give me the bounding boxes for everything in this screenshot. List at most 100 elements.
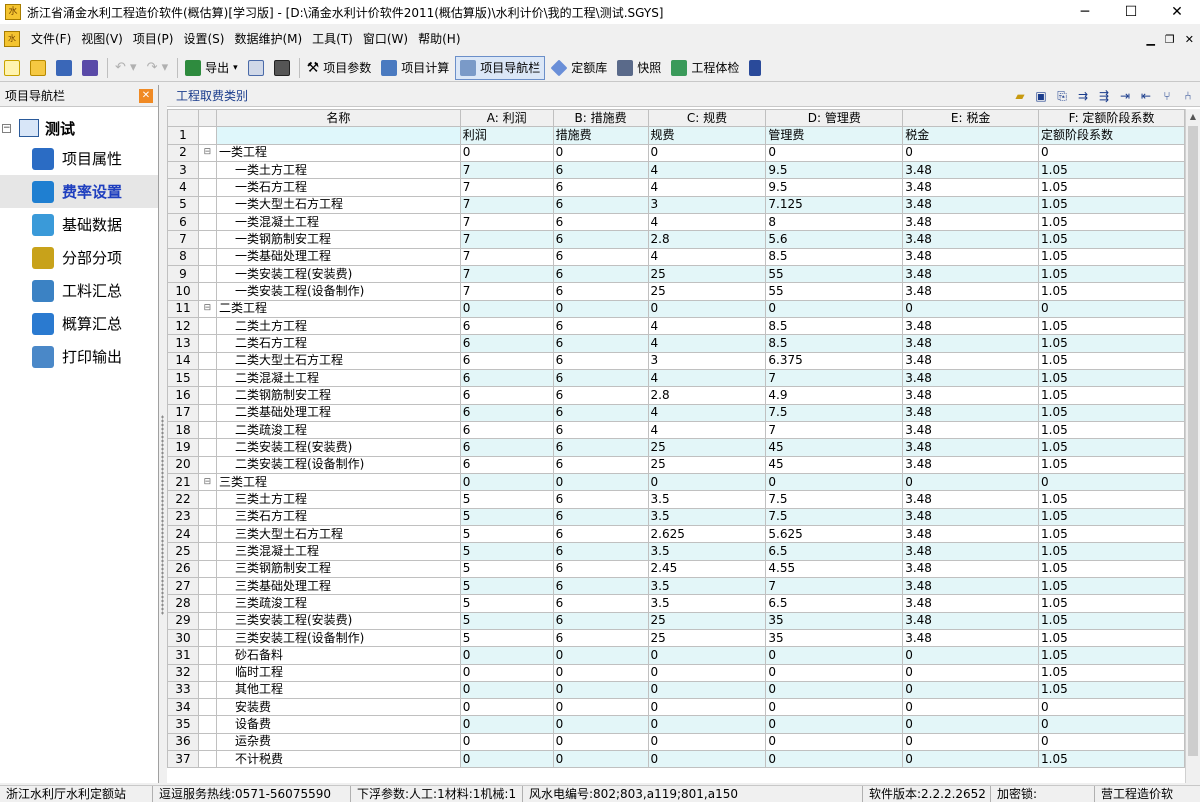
- value-cell[interactable]: 6: [552, 195, 649, 214]
- row-number[interactable]: 23: [167, 507, 199, 526]
- value-cell[interactable]: 0: [1038, 299, 1185, 318]
- value-cell[interactable]: 0: [902, 732, 1040, 752]
- value-cell[interactable]: 0: [765, 646, 904, 665]
- value-cell[interactable]: 8.5: [765, 334, 904, 353]
- value-cell[interactable]: 9.5: [765, 160, 904, 180]
- row-number[interactable]: 13: [167, 334, 199, 353]
- value-cell[interactable]: 0: [765, 732, 904, 752]
- row-number[interactable]: 26: [167, 559, 199, 578]
- maximize-button[interactable]: ☐: [1108, 0, 1154, 24]
- value-cell[interactable]: 4: [647, 403, 767, 422]
- table-row[interactable]: 33 其他工程 0 0 0 0 0 1.05: [167, 680, 1185, 700]
- name-cell[interactable]: 二类土方工程: [215, 316, 461, 336]
- name-cell[interactable]: 二类钢筋制安工程: [215, 386, 461, 405]
- value-cell[interactable]: 7: [765, 420, 904, 440]
- row-number[interactable]: 3: [167, 160, 199, 180]
- value-cell[interactable]: 3.48: [902, 160, 1040, 180]
- value-cell[interactable]: 6: [552, 611, 649, 630]
- row-number[interactable]: 22: [167, 490, 199, 509]
- value-cell[interactable]: 6: [552, 282, 649, 301]
- table-row[interactable]: 15 二类混凝土工程 6 6 4 7 3.48 1.05: [167, 368, 1185, 388]
- menu-window[interactable]: 窗口(W): [358, 29, 413, 49]
- value-cell[interactable]: 6: [552, 316, 649, 336]
- value-cell[interactable]: 2.625: [647, 524, 767, 544]
- value-cell[interactable]: 3.48: [902, 368, 1040, 388]
- name-cell[interactable]: 一类基础处理工程: [215, 247, 461, 266]
- value-cell[interactable]: 8.5: [765, 247, 904, 266]
- value-cell[interactable]: 0: [765, 698, 904, 717]
- table-row[interactable]: 28 三类疏浚工程 5 6 3.5 6.5 3.48 1.05: [167, 594, 1185, 613]
- table-row[interactable]: 29 三类安装工程(安装费) 5 6 25 35 3.48 1.05: [167, 611, 1185, 630]
- column-header[interactable]: C: 规费: [647, 109, 767, 128]
- value-cell[interactable]: 0: [552, 715, 649, 734]
- menu-file[interactable]: 文件(F): [26, 29, 76, 49]
- calculator-button[interactable]: [270, 56, 294, 80]
- value-cell[interactable]: 2.8: [647, 386, 767, 405]
- value-cell[interactable]: 4: [647, 212, 767, 232]
- value-cell[interactable]: 6.5: [765, 542, 904, 561]
- value-cell[interactable]: 6: [552, 438, 649, 457]
- table-row[interactable]: 10 一类安装工程(设备制作) 7 6 25 55 3.48 1.05: [167, 282, 1185, 301]
- value-cell[interactable]: 0: [1038, 732, 1185, 752]
- value-cell[interactable]: 4: [647, 247, 767, 266]
- value-cell[interactable]: 5.625: [765, 524, 904, 544]
- table-row[interactable]: 27 三类基础处理工程 5 6 3.5 7 3.48 1.05: [167, 576, 1185, 596]
- table-row[interactable]: 20 二类安装工程(设备制作) 6 6 25 45 3.48 1.05: [167, 455, 1185, 474]
- value-cell[interactable]: 0: [552, 143, 649, 162]
- value-cell[interactable]: 6: [552, 628, 649, 648]
- value-cell[interactable]: 3.48: [902, 438, 1040, 457]
- save-button[interactable]: [52, 56, 76, 80]
- value-cell[interactable]: 6: [552, 160, 649, 180]
- name-cell[interactable]: 安装费: [215, 698, 461, 717]
- column-header[interactable]: E: 税金: [902, 109, 1040, 128]
- table-row[interactable]: 6 一类混凝土工程 7 6 4 8 3.48 1.05: [167, 212, 1185, 232]
- value-cell[interactable]: 6.5: [765, 594, 904, 613]
- value-cell[interactable]: 6: [552, 455, 649, 474]
- value-cell[interactable]: 7: [459, 212, 554, 232]
- value-cell[interactable]: 3: [647, 195, 767, 214]
- save-template-icon[interactable]: ▣: [1033, 88, 1049, 104]
- value-cell[interactable]: 6: [459, 420, 554, 440]
- row-number[interactable]: 33: [167, 680, 199, 700]
- row-number[interactable]: 34: [167, 698, 199, 717]
- value-cell[interactable]: 0: [459, 646, 554, 665]
- value-cell[interactable]: 3.48: [902, 542, 1040, 561]
- value-cell[interactable]: 0: [1038, 715, 1185, 734]
- value-cell[interactable]: 管理费: [765, 126, 904, 145]
- value-cell[interactable]: 4.9: [765, 386, 904, 405]
- row-number[interactable]: 25: [167, 542, 199, 561]
- value-cell[interactable]: 55: [765, 282, 904, 301]
- value-cell[interactable]: 25: [647, 264, 767, 284]
- value-cell[interactable]: 4: [647, 160, 767, 180]
- mdi-minimize-icon[interactable]: ▁: [1146, 33, 1154, 46]
- table-row[interactable]: 22 三类土方工程 5 6 3.5 7.5 3.48 1.05: [167, 490, 1185, 509]
- name-cell[interactable]: 三类工程: [215, 472, 461, 492]
- value-cell[interactable]: 3.48: [902, 316, 1040, 336]
- value-cell[interactable]: 1.05: [1038, 594, 1185, 613]
- table-row[interactable]: 9 一类安装工程(安装费) 7 6 25 55 3.48 1.05: [167, 264, 1185, 284]
- table-row[interactable]: 30 三类安装工程(设备制作) 5 6 25 35 3.48 1.05: [167, 628, 1185, 648]
- value-cell[interactable]: 1.05: [1038, 680, 1185, 700]
- panel-splitter[interactable]: [159, 85, 167, 783]
- row-number[interactable]: 14: [167, 351, 199, 370]
- minimize-button[interactable]: ─: [1062, 0, 1108, 24]
- value-cell[interactable]: 0: [552, 299, 649, 318]
- name-cell[interactable]: 一类大型土石方工程: [215, 195, 461, 214]
- value-cell[interactable]: 1.05: [1038, 750, 1185, 769]
- value-cell[interactable]: 6: [459, 386, 554, 405]
- value-cell[interactable]: 0: [459, 698, 554, 717]
- menu-settings[interactable]: 设置(S): [178, 29, 229, 49]
- value-cell[interactable]: 0: [459, 680, 554, 700]
- name-cell[interactable]: 一类石方工程: [215, 178, 461, 197]
- scroll-thumb[interactable]: [1188, 126, 1198, 756]
- name-cell[interactable]: 三类混凝土工程: [215, 542, 461, 561]
- close-window-button[interactable]: ✕: [1154, 0, 1200, 24]
- row-number[interactable]: 24: [167, 524, 199, 544]
- nav-item[interactable]: 基础数据: [0, 208, 158, 241]
- value-cell[interactable]: 3.5: [647, 507, 767, 526]
- value-cell[interactable]: 1.05: [1038, 490, 1185, 509]
- value-cell[interactable]: 6: [552, 212, 649, 232]
- name-cell[interactable]: 三类土方工程: [215, 490, 461, 509]
- row-number[interactable]: 17: [167, 403, 199, 422]
- table-row[interactable]: 35 设备费 0 0 0 0 0 0: [167, 715, 1185, 734]
